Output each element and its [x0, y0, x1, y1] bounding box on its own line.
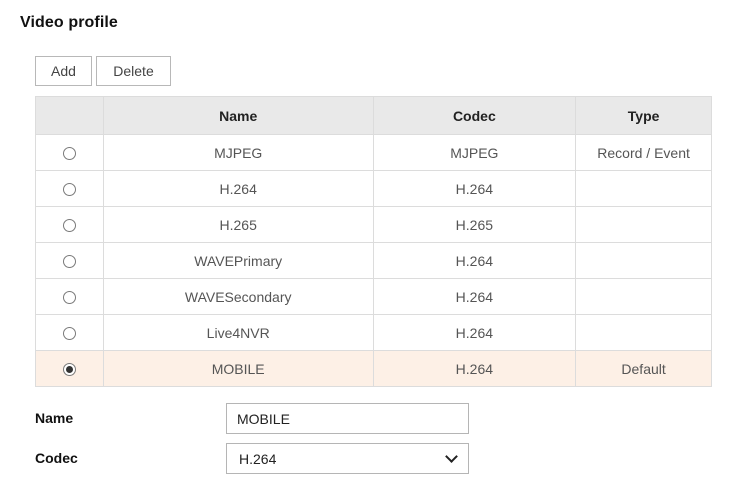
row-select-cell [35, 278, 104, 315]
chevron-down-icon [445, 450, 458, 463]
row-name-cell: H.264 [102, 170, 374, 207]
row-select-cell [35, 242, 104, 279]
row-type-cell: Record / Event [575, 134, 712, 171]
table-header-row: Name Codec Type [35, 96, 712, 135]
row-name-cell: H.265 [102, 206, 374, 243]
table-row[interactable]: H.264 H.264 [35, 170, 712, 207]
row-name-cell: Live4NVR [102, 314, 374, 351]
row-name-cell: MOBILE [102, 350, 374, 387]
name-input[interactable] [226, 403, 469, 434]
row-radio-button[interactable] [62, 363, 76, 377]
row-type-cell [575, 170, 712, 207]
row-radio-button[interactable] [62, 183, 76, 197]
video-profile-page: Video profile Add Delete Name Codec Type… [0, 0, 730, 481]
row-codec-cell: H.264 [372, 350, 577, 387]
row-name-cell: MJPEG [102, 134, 374, 171]
row-name-cell: WAVEPrimary [102, 242, 374, 279]
row-type-cell: Default [575, 350, 712, 387]
table-row[interactable]: MJPEG MJPEG Record / Event [35, 134, 712, 171]
profile-table: Name Codec Type MJPEG MJPEG Record / Event… [35, 96, 712, 387]
row-codec-cell: H.264 [372, 170, 577, 207]
header-select [35, 96, 104, 135]
row-type-cell [575, 314, 712, 351]
row-codec-cell: H.264 [372, 242, 577, 279]
codec-select[interactable]: H.264 [226, 443, 469, 474]
codec-selected-value: H.264 [239, 450, 277, 467]
row-select-cell [35, 206, 104, 243]
row-radio-button[interactable] [62, 255, 76, 269]
row-radio-button[interactable] [62, 219, 76, 233]
table-row[interactable]: WAVESecondary H.264 [35, 278, 712, 315]
table-row[interactable]: Live4NVR H.264 [35, 314, 712, 351]
row-select-cell [35, 170, 104, 207]
row-select-cell [35, 134, 104, 171]
name-label: Name [35, 410, 74, 426]
row-type-cell [575, 278, 712, 315]
row-codec-cell: H.264 [372, 278, 577, 315]
row-name-cell: WAVESecondary [102, 278, 374, 315]
codec-label: Codec [35, 450, 78, 466]
row-codec-cell: H.264 [372, 314, 577, 351]
delete-button[interactable]: Delete [96, 56, 171, 86]
row-type-cell [575, 242, 712, 279]
row-radio-button[interactable] [62, 291, 76, 305]
row-select-cell [35, 350, 104, 387]
header-codec: Codec [372, 96, 577, 135]
header-name: Name [102, 96, 374, 135]
table-row[interactable]: WAVEPrimary H.264 [35, 242, 712, 279]
row-codec-cell: H.265 [372, 206, 577, 243]
row-radio-button[interactable] [62, 327, 76, 341]
header-type: Type [575, 96, 712, 135]
add-button[interactable]: Add [35, 56, 92, 86]
row-select-cell [35, 314, 104, 351]
row-type-cell [575, 206, 712, 243]
row-radio-button[interactable] [62, 147, 76, 161]
row-codec-cell: MJPEG [372, 134, 577, 171]
page-title: Video profile [20, 14, 118, 31]
table-row[interactable]: H.265 H.265 [35, 206, 712, 243]
table-row[interactable]: MOBILE H.264 Default [35, 350, 712, 387]
